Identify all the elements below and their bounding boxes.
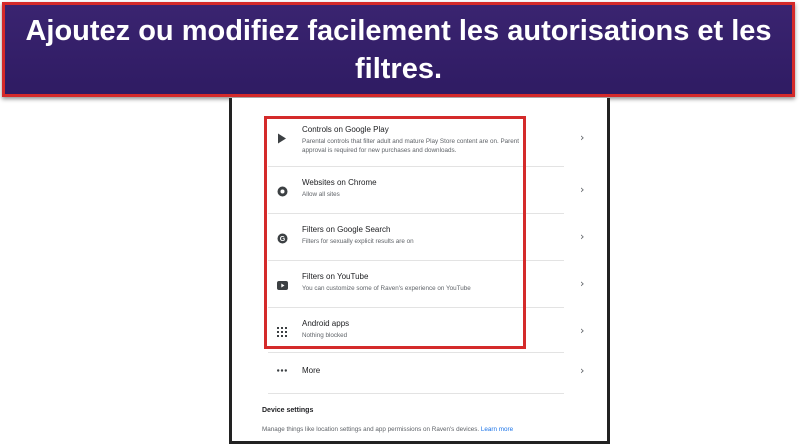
chevron-right-icon: › (580, 364, 585, 377)
divider (268, 352, 564, 353)
google-icon: G (276, 232, 288, 244)
divider (268, 393, 564, 394)
chrome-icon (276, 185, 288, 197)
row-title: Websites on Chrome (302, 178, 377, 187)
chevron-right-icon: › (580, 324, 585, 337)
divider (268, 307, 564, 308)
controls-google-play-row[interactable]: Controls on Google Play Parental control… (264, 115, 584, 161)
chevron-right-icon: › (580, 183, 585, 196)
row-title: Filters on YouTube (302, 272, 369, 281)
device-settings-title: Device settings (262, 407, 314, 414)
device-settings-description: Manage things like location settings and… (262, 426, 513, 433)
row-title: Filters on Google Search (302, 225, 391, 234)
banner: Ajoutez ou modifiez facilement les autor… (2, 2, 795, 97)
banner-title: Ajoutez ou modifiez facilement les autor… (25, 14, 772, 85)
row-subtitle: Filters for sexually explicit results ar… (302, 238, 414, 245)
divider (268, 166, 564, 167)
apps-grid-icon (276, 326, 288, 338)
row-subtitle: Allow all sites (302, 191, 340, 198)
youtube-icon (276, 279, 288, 291)
row-title: Controls on Google Play (302, 125, 389, 134)
android-apps-row[interactable]: Android apps Nothing blocked › (264, 309, 584, 355)
filters-google-search-row[interactable]: G Filters on Google Search Filters for s… (264, 215, 584, 261)
websites-chrome-row[interactable]: Websites on Chrome Allow all sites › (264, 168, 584, 214)
chevron-right-icon: › (580, 131, 585, 144)
row-subtitle: Parental controls that filter adult and … (302, 138, 520, 154)
google-play-icon (276, 132, 288, 144)
more-dots-icon (276, 364, 288, 376)
divider (268, 213, 564, 214)
more-row[interactable]: More › (264, 354, 584, 390)
row-title: More (302, 366, 321, 375)
svg-text:G: G (279, 236, 285, 243)
row-title: Android apps (302, 319, 350, 328)
row-subtitle: You can customize some of Raven's experi… (302, 285, 471, 292)
row-subtitle: Nothing blocked (302, 332, 348, 339)
device-settings-text: Manage things like location settings and… (262, 426, 480, 433)
filters-youtube-row[interactable]: Filters on YouTube You can customize som… (264, 262, 584, 308)
chevron-right-icon: › (580, 277, 585, 290)
chevron-right-icon: › (580, 230, 585, 243)
learn-more-link[interactable]: Learn more (481, 426, 513, 433)
divider (268, 260, 564, 261)
family-link-screenshot: Controls on Google Play Parental control… (229, 98, 610, 444)
